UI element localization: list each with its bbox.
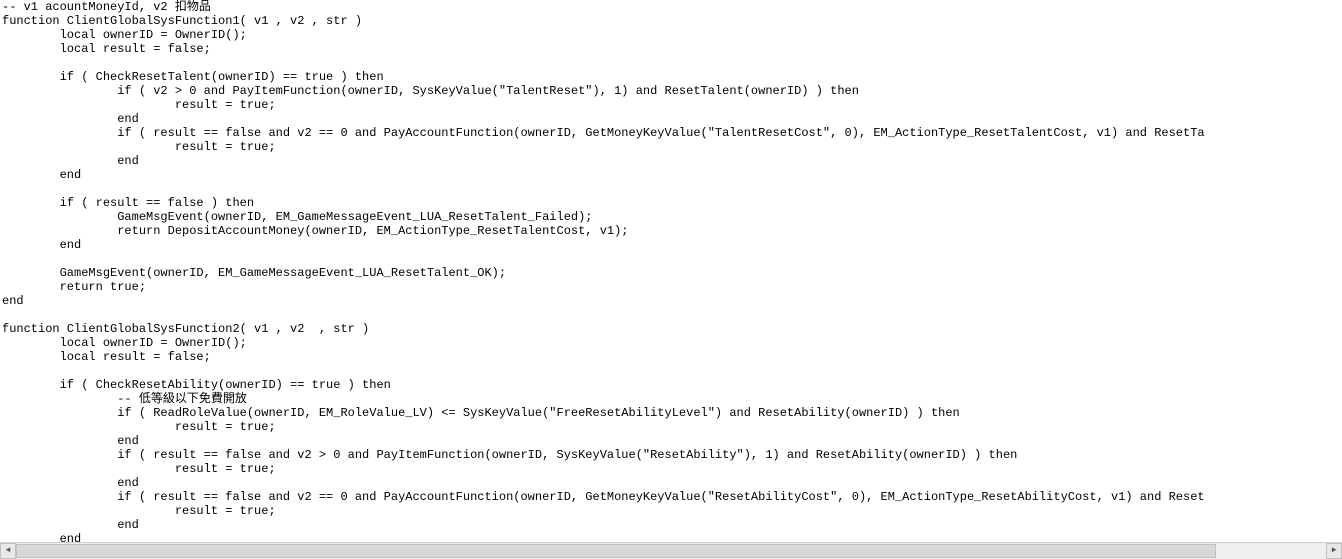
code-text: -- v1 acountMoneyId, v2 扣物品 function Cli… [2, 0, 1205, 543]
scroll-right-button[interactable]: ► [1326, 543, 1342, 559]
scroll-track[interactable] [16, 543, 1326, 559]
scroll-left-button[interactable]: ◄ [0, 543, 16, 559]
code-view: -- v1 acountMoneyId, v2 扣物品 function Cli… [0, 0, 1342, 543]
horizontal-scrollbar[interactable]: ◄ ► [0, 542, 1342, 559]
scroll-thumb[interactable] [16, 544, 1216, 558]
